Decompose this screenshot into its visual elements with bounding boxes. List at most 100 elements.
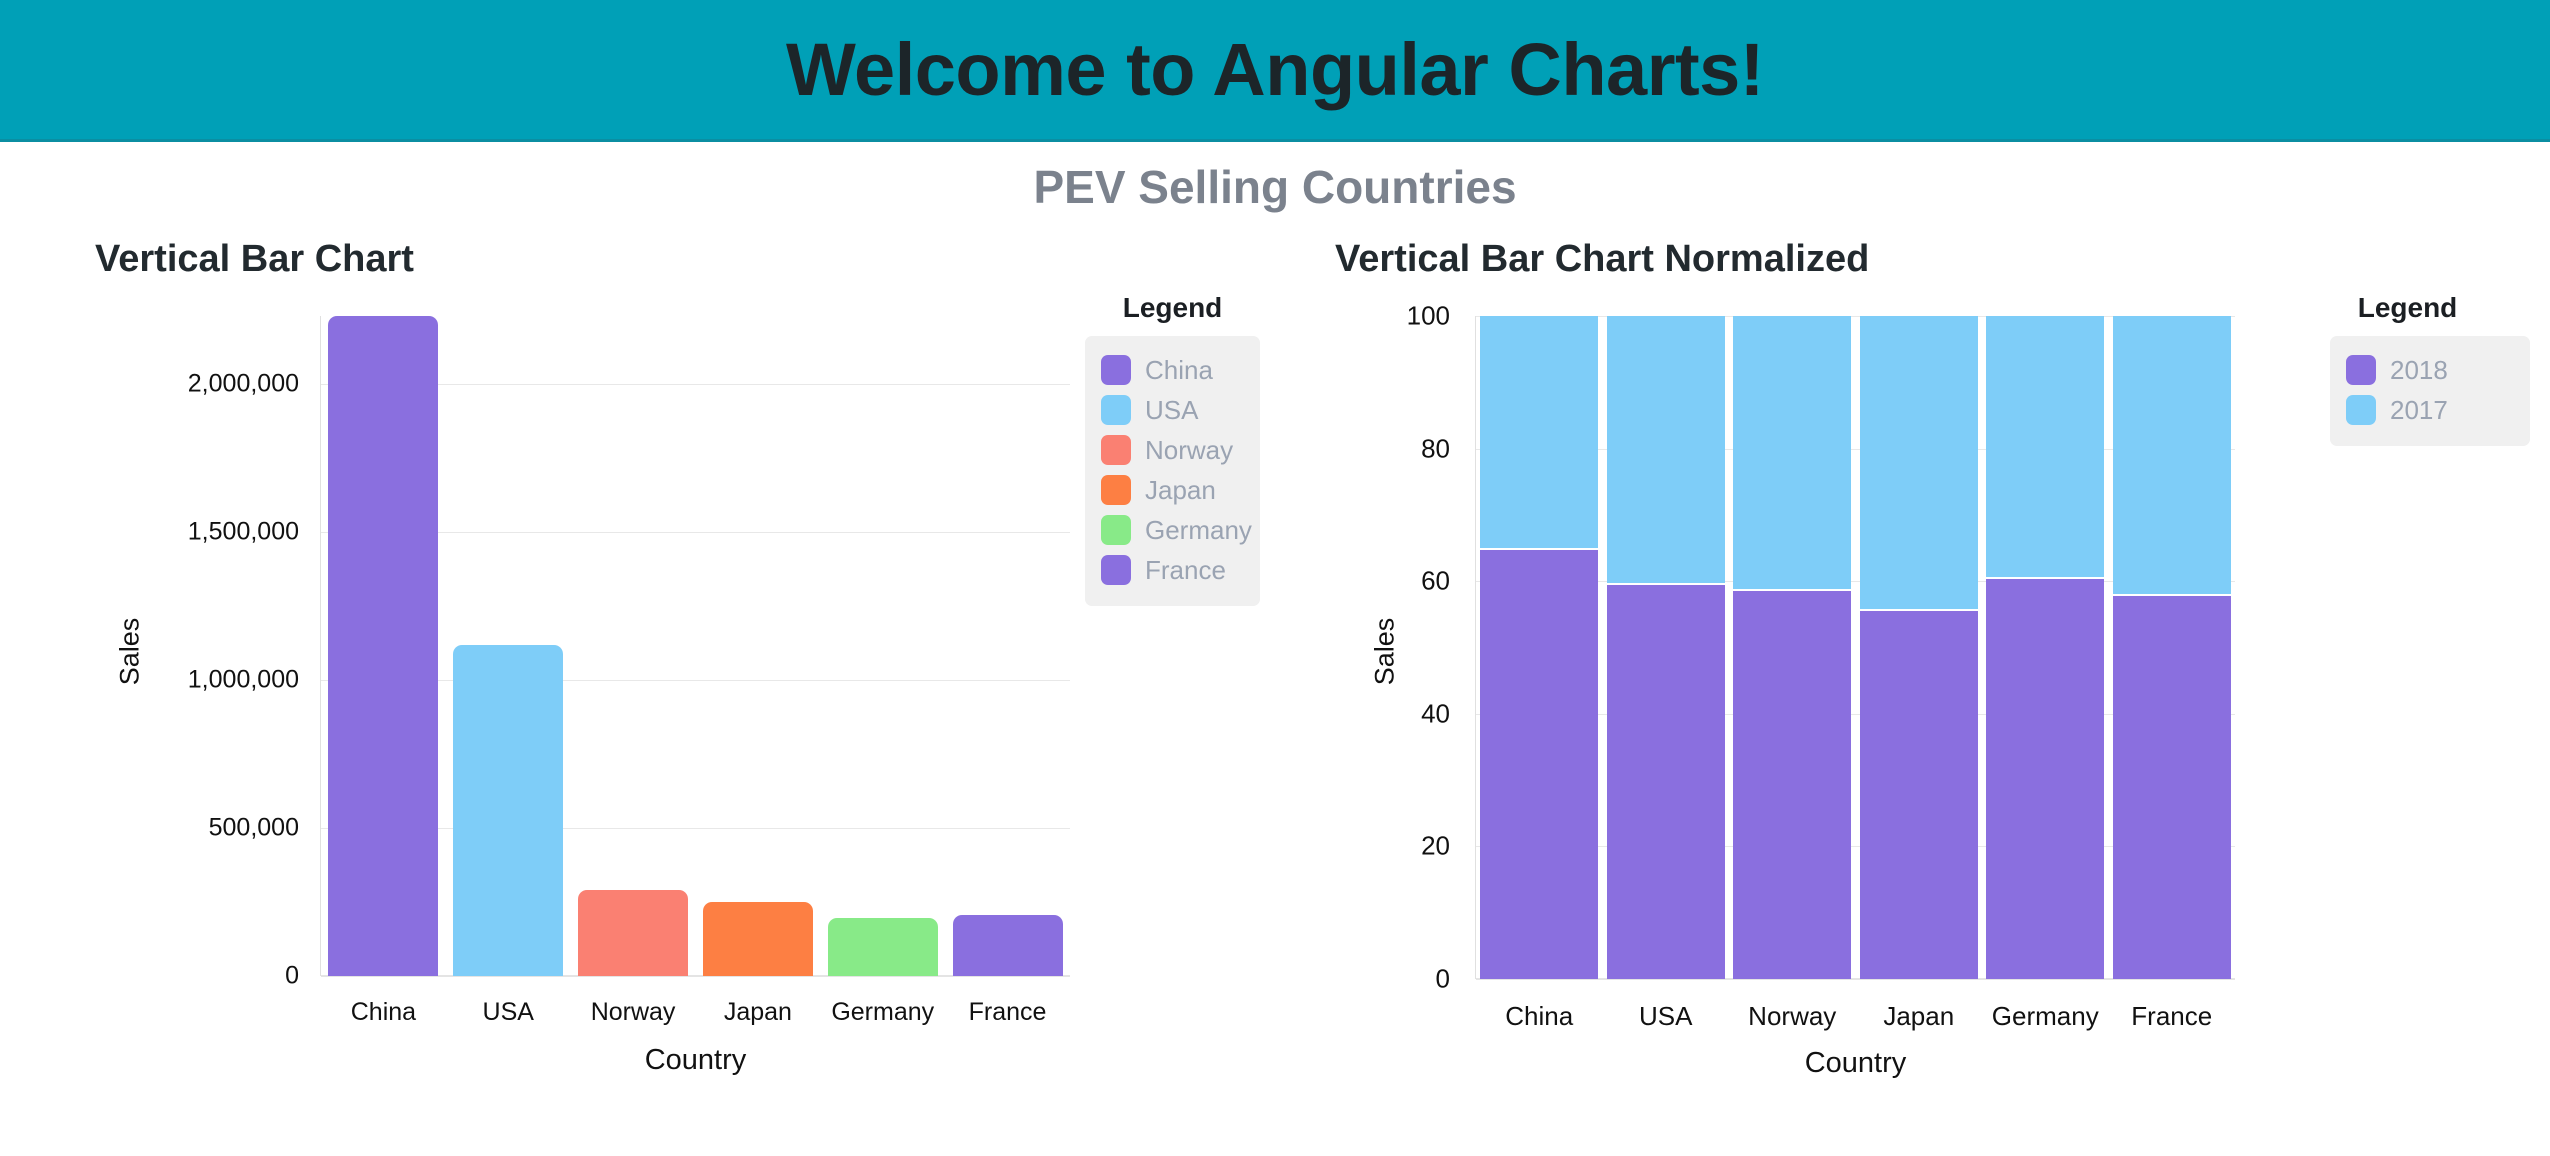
charts-row: Vertical Bar Chart Sales 0 500,000 1,000,0… bbox=[0, 240, 2550, 1156]
bar-group: Germany bbox=[1982, 316, 2109, 1031]
x-axis-tick: Japan bbox=[1883, 1001, 1955, 1031]
x-axis-tick: France bbox=[2131, 1001, 2213, 1031]
legend-item-label: 2017 bbox=[2390, 395, 2448, 425]
legend-item[interactable]: France bbox=[1101, 550, 1244, 590]
y-axis-tick: 1,500,000 bbox=[187, 517, 299, 546]
legend-swatch-icon bbox=[1101, 355, 1131, 385]
legend-item[interactable]: Japan bbox=[1101, 470, 1244, 510]
vertical-bar-chart-panel: Vertical Bar Chart Sales 0 500,000 1,000,0… bbox=[0, 240, 1275, 1156]
legend-swatch-icon bbox=[1101, 515, 1131, 545]
left-chart-y-axis-label: Sales bbox=[114, 617, 145, 686]
right-chart-body: Sales 0 20 40 60 80 100 China USA Norway Japan Ge… bbox=[1275, 294, 2550, 1156]
legend-swatch-icon bbox=[1101, 555, 1131, 585]
legend-item-label: France bbox=[1145, 555, 1226, 585]
legend-swatch-icon bbox=[2346, 355, 2376, 385]
bar-group: France bbox=[2109, 316, 2236, 1031]
bar-segment[interactable] bbox=[1733, 591, 1852, 979]
y-axis-tick: 500,000 bbox=[208, 813, 299, 842]
bar-segment[interactable] bbox=[1480, 550, 1599, 979]
y-axis-tick: 60 bbox=[1421, 565, 1450, 596]
bar-group: USA bbox=[446, 316, 571, 1026]
bar-segment[interactable] bbox=[1859, 611, 1978, 979]
bar-group: Germany bbox=[820, 316, 945, 1026]
right-chart-legend: Legend 2018 2017 bbox=[2285, 294, 2530, 446]
legend-item-label: Germany bbox=[1145, 515, 1252, 545]
right-chart-y-axis-label: Sales bbox=[1369, 617, 1400, 686]
legend-item-label: Norway bbox=[1145, 435, 1234, 465]
bar-group: Japan bbox=[1856, 316, 1983, 1031]
right-chart-x-axis-label: Country bbox=[1804, 1047, 1907, 1079]
right-chart-title: Vertical Bar Chart Normalized bbox=[1335, 238, 1870, 280]
left-legend-title: Legend bbox=[1122, 292, 1223, 323]
left-chart-legend: Legend China USA Norway Japan Germany France bbox=[1085, 294, 1260, 606]
bar-group: Norway bbox=[571, 316, 696, 1026]
x-axis-tick: USA bbox=[482, 998, 534, 1026]
bar-group: Norway bbox=[1729, 316, 1856, 1031]
right-chart-bars: China USA Norway Japan Germany France bbox=[1476, 316, 2236, 1031]
stacked-bar bbox=[1859, 316, 1978, 979]
left-legend-box: China USA Norway Japan Germany France bbox=[1085, 336, 1260, 606]
bar[interactable] bbox=[952, 915, 1063, 976]
bar-segment[interactable] bbox=[1986, 579, 2105, 979]
bar-group: USA bbox=[1603, 316, 1730, 1031]
app-header: Welcome to Angular Charts! bbox=[0, 0, 2550, 142]
legend-item[interactable]: Germany bbox=[1101, 510, 1252, 550]
bar-segment[interactable] bbox=[1733, 316, 1852, 592]
legend-item[interactable]: 2017 bbox=[2346, 390, 2514, 430]
legend-swatch-icon bbox=[1101, 475, 1131, 505]
legend-item[interactable]: Norway bbox=[1101, 430, 1244, 470]
bar[interactable] bbox=[827, 918, 938, 976]
bar[interactable] bbox=[702, 902, 813, 976]
stacked-bar bbox=[2112, 316, 2231, 979]
bar[interactable] bbox=[328, 316, 439, 976]
x-axis-tick: Japan bbox=[723, 998, 792, 1026]
bar-group: Japan bbox=[695, 316, 820, 1026]
left-chart-plot: Sales 0 500,000 1,000,000 1,500,000 2,000,00… bbox=[114, 316, 1070, 1076]
legend-item-label: Japan bbox=[1145, 475, 1216, 505]
legend-item[interactable]: USA bbox=[1101, 390, 1244, 430]
legend-swatch-icon bbox=[1101, 435, 1131, 465]
app-title: Welcome to Angular Charts! bbox=[786, 27, 1764, 111]
left-chart-body: Sales 0 500,000 1,000,000 1,500,000 2,000,00… bbox=[0, 294, 1275, 1156]
legend-swatch-icon bbox=[2346, 395, 2376, 425]
bar-group: France bbox=[945, 316, 1070, 1026]
legend-item[interactable]: 2018 bbox=[2346, 350, 2514, 390]
bar-segment[interactable] bbox=[2112, 595, 2231, 979]
y-axis-tick: 0 bbox=[1435, 963, 1450, 994]
x-axis-tick: France bbox=[968, 998, 1047, 1026]
stacked-bar bbox=[1480, 316, 1599, 979]
left-chart-title: Vertical Bar Chart bbox=[95, 238, 414, 280]
x-axis-tick: China bbox=[1505, 1001, 1574, 1031]
x-axis-tick: China bbox=[350, 998, 417, 1026]
right-legend-box: 2018 2017 bbox=[2330, 336, 2530, 446]
x-axis-tick: Norway bbox=[590, 998, 676, 1026]
legend-swatch-icon bbox=[1101, 395, 1131, 425]
page-subtitle: PEV Selling Countries bbox=[1033, 161, 1517, 213]
legend-item[interactable]: China bbox=[1101, 350, 1244, 390]
bar[interactable] bbox=[578, 890, 689, 976]
bar-segment[interactable] bbox=[1606, 585, 1725, 979]
y-axis-tick: 0 bbox=[285, 961, 299, 990]
y-axis-tick: 40 bbox=[1421, 698, 1450, 729]
y-axis-tick: 2,000,000 bbox=[187, 369, 299, 398]
bar-segment[interactable] bbox=[2112, 316, 2231, 596]
bar-group: China bbox=[321, 316, 446, 1026]
bar[interactable] bbox=[453, 644, 564, 976]
right-legend-title: Legend bbox=[2357, 292, 2458, 323]
x-axis-tick: Germany bbox=[831, 998, 935, 1026]
left-chart-x-axis-label: Country bbox=[644, 1044, 747, 1076]
legend-item-label: China bbox=[1145, 355, 1213, 385]
bar-group: China bbox=[1476, 316, 1603, 1031]
legend-item-label: 2018 bbox=[2390, 355, 2448, 385]
bar-segment[interactable] bbox=[1986, 316, 2105, 580]
bar-segment[interactable] bbox=[1859, 316, 1978, 612]
y-axis-tick: 20 bbox=[1421, 830, 1450, 861]
stacked-bar bbox=[1986, 316, 2105, 979]
bar-segment[interactable] bbox=[1480, 316, 1599, 551]
y-axis-tick: 100 bbox=[1406, 300, 1450, 331]
x-axis-tick: Norway bbox=[1748, 1001, 1837, 1031]
x-axis-tick: Germany bbox=[1991, 1001, 2099, 1031]
y-axis-tick: 1,000,000 bbox=[187, 665, 299, 694]
left-chart-bars: China USA Norway Japan Germany France bbox=[321, 316, 1070, 1026]
bar-segment[interactable] bbox=[1606, 316, 1725, 586]
